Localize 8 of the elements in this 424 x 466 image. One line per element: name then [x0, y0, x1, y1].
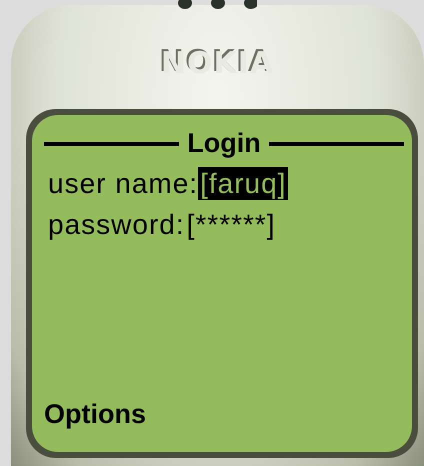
brand-logo: NOKIA	[160, 49, 274, 79]
speaker-grill-icon	[177, 0, 257, 12]
field-label: user name:	[48, 166, 198, 200]
screen-title: Login	[187, 129, 261, 159]
input-field[interactable]: [faruq]	[198, 166, 288, 200]
input-field[interactable]: [******]	[184, 208, 278, 242]
options-softkey[interactable]: Options	[44, 400, 404, 430]
field-label: password:	[48, 208, 185, 242]
